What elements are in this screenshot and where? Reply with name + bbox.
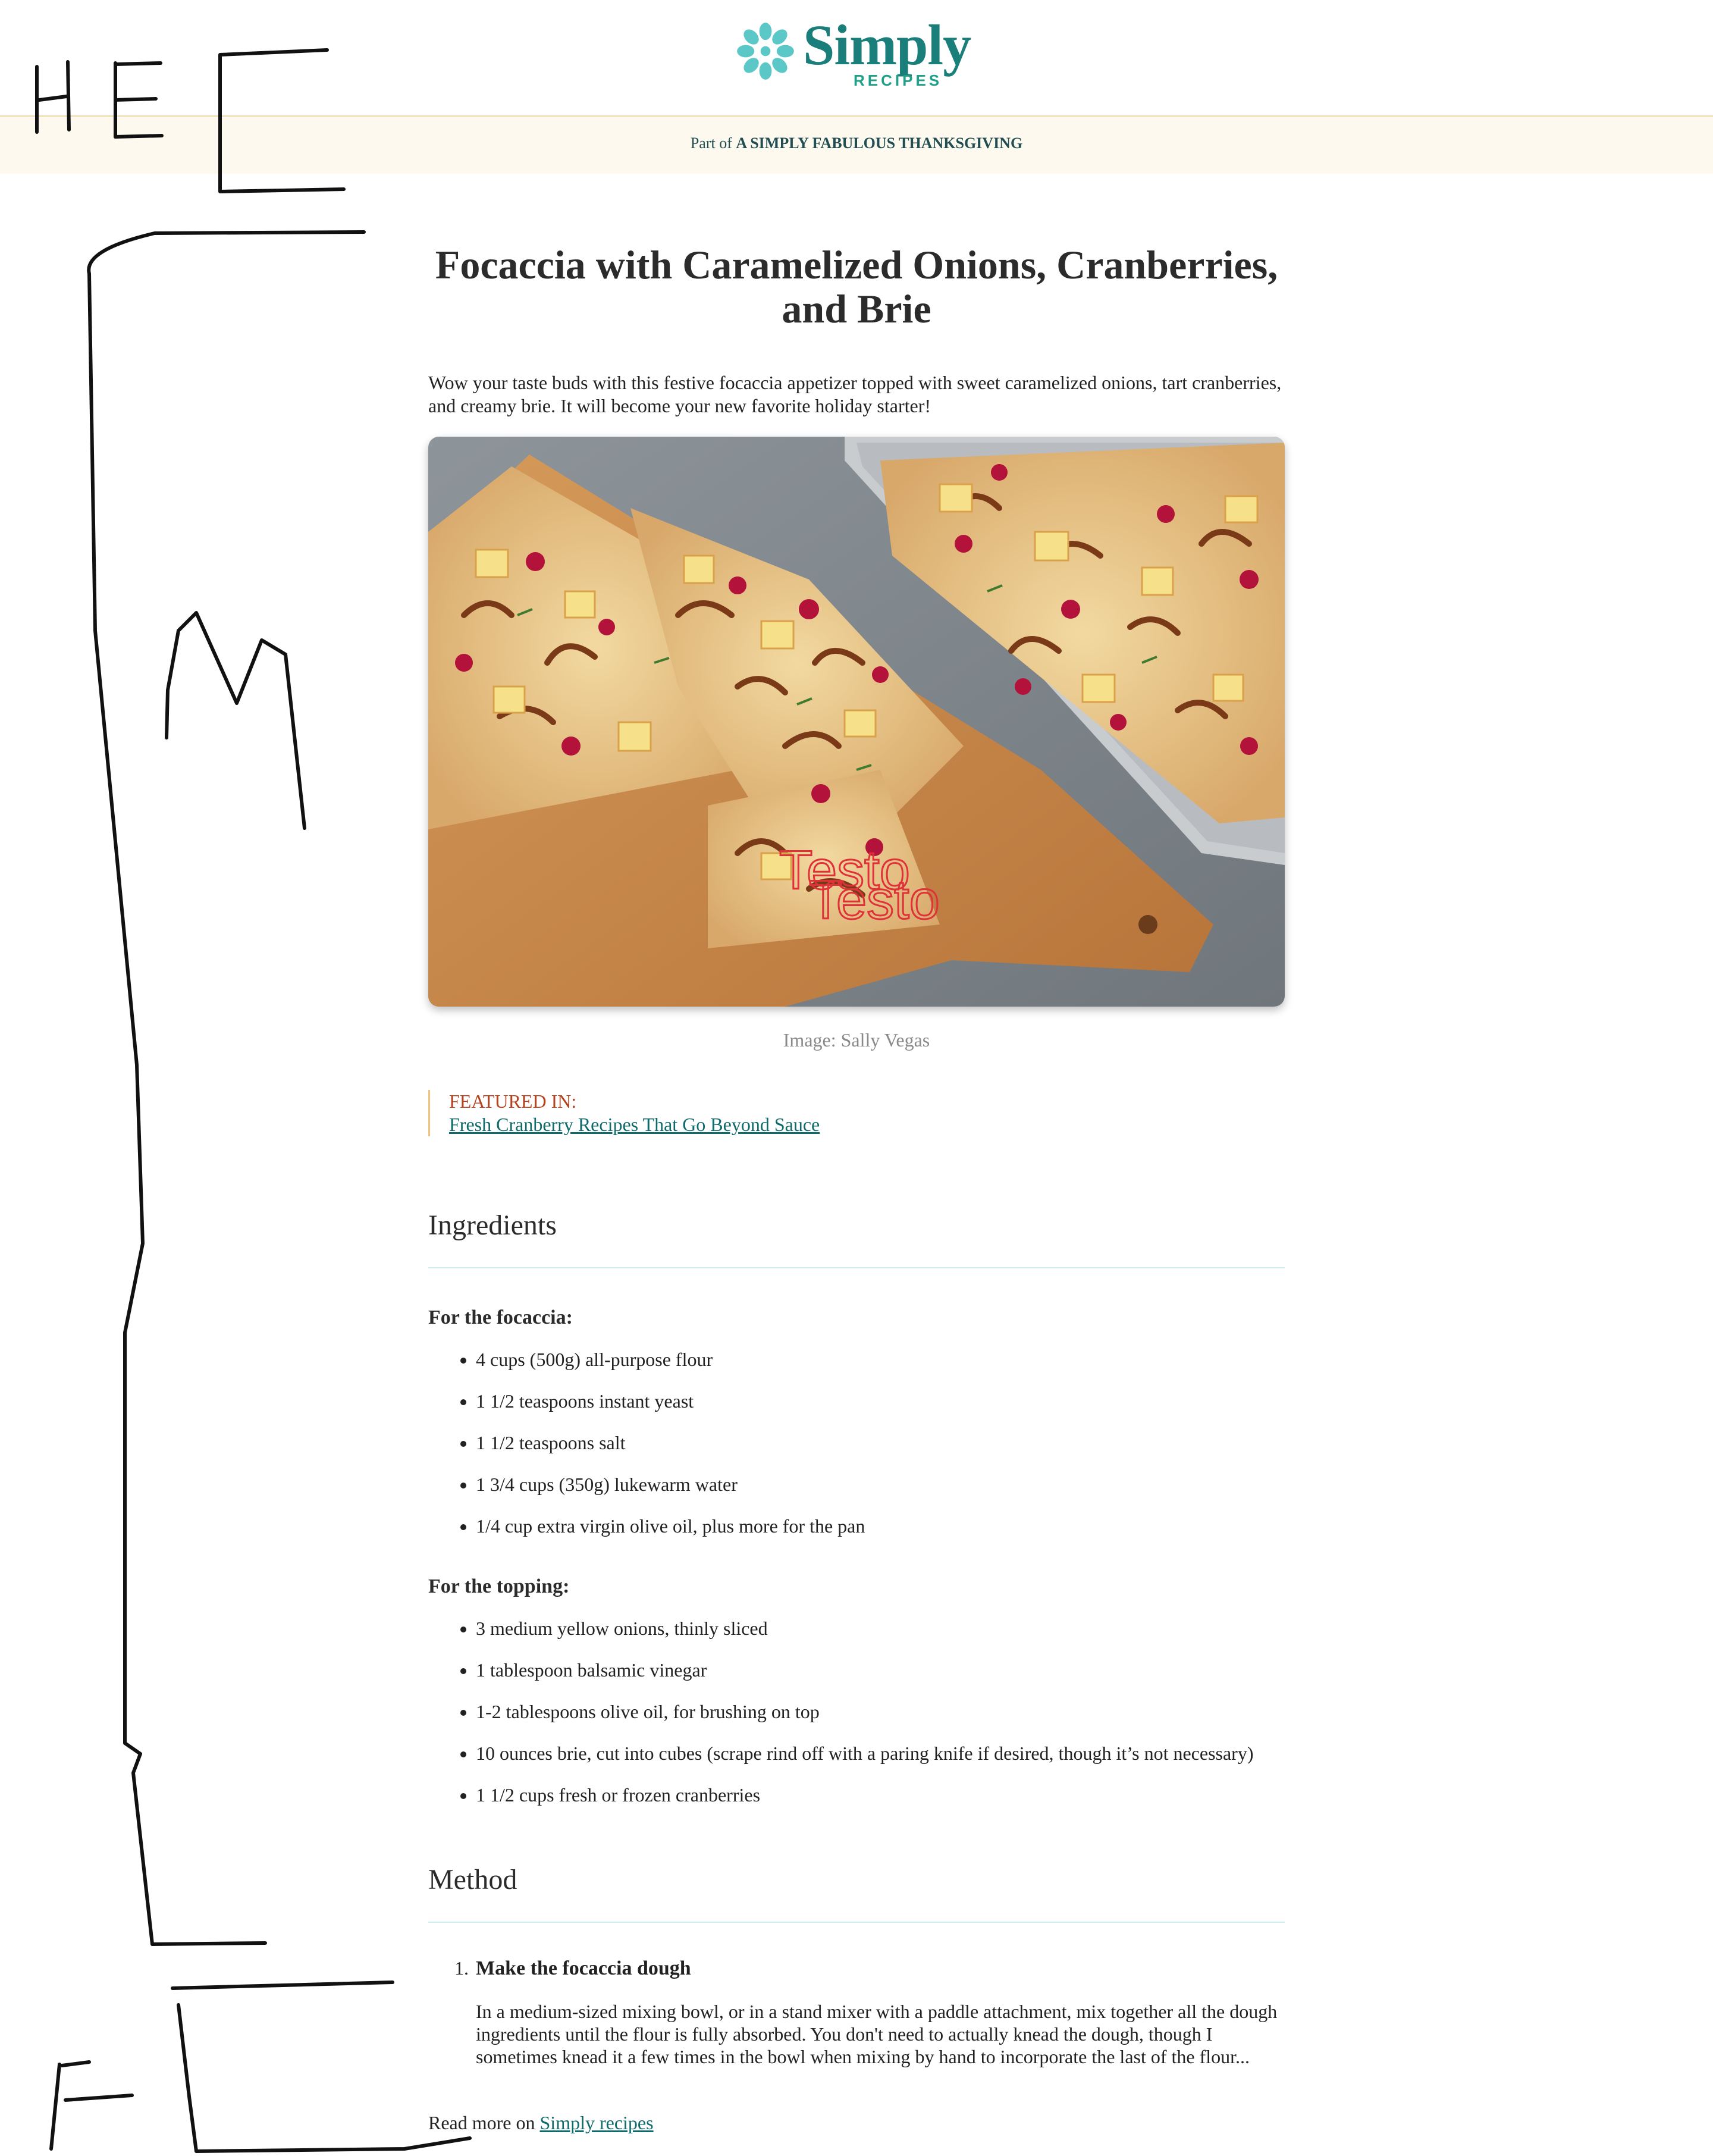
list-item: 1/4 cup extra virgin olive oil, plus mor… <box>476 1515 1332 1538</box>
collection-banner: Part of A SIMPLY FABULOUS THANKSGIVING <box>0 115 1713 174</box>
read-more: Read more on Simply recipes <box>428 2112 654 2134</box>
annotation-main-bracket <box>87 230 366 1946</box>
annotation-footer-label <box>49 2060 134 2151</box>
part-of-prefix: Part of <box>690 134 732 152</box>
collection-text[interactable]: Part of A SIMPLY FABULOUS THANKSGIVING <box>0 134 1713 152</box>
read-more-link[interactable]: Simply recipes <box>540 2112 654 2133</box>
image-caption: Image: Sally Vegas <box>783 1029 930 1051</box>
intro-paragraph: Wow your taste buds with this festive fo… <box>428 372 1282 416</box>
ingredients-heading: Ingredients <box>428 1209 557 1241</box>
featured-in-callout: FEATURED IN: Fresh Cranberry Recipes Tha… <box>428 1090 1222 1136</box>
flower-logo-icon[interactable] <box>735 20 796 82</box>
method-divider <box>428 1922 1285 1923</box>
image-overlay-text-2: Testo <box>809 870 940 930</box>
ingredients-divider <box>428 1267 1285 1268</box>
annotation-main-label <box>165 611 306 830</box>
collection-name[interactable]: A SIMPLY FABULOUS THANKSGIVING <box>736 134 1022 152</box>
focaccia-photo: Testo Testo <box>428 437 1285 1007</box>
focaccia-subheading: For the focaccia: <box>428 1306 573 1328</box>
list-item: 3 medium yellow onions, thinly sliced <box>476 1617 1332 1640</box>
logo-wordmark[interactable]: Simply <box>803 17 971 74</box>
logo-subtitle: RECIPES <box>854 71 943 89</box>
list-item: 1-2 tablespoons olive oil, for brushing … <box>476 1700 1332 1723</box>
list-item: 1 3/4 cups (350g) lukewarm water <box>476 1473 1332 1496</box>
hero-image: Testo Testo <box>428 437 1285 1007</box>
topping-ingredient-list: 3 medium yellow onions, thinly sliced 1 … <box>428 1617 1332 1825</box>
featured-label: FEATURED IN: <box>449 1090 577 1112</box>
list-item: 1 1/2 teaspoons instant yeast <box>476 1390 1332 1413</box>
step-body: In a medium-sized mixing bowl, or in a s… <box>476 2001 1278 2067</box>
list-item: 1 1/2 cups fresh or frozen cranberries <box>476 1784 1332 1807</box>
annotation-footer-bracket <box>171 1980 394 1990</box>
list-item: 1 1/2 teaspoons salt <box>476 1431 1332 1455</box>
method-heading: Method <box>428 1864 517 1895</box>
list-item: 1 tablespoon balsamic vinegar <box>476 1659 1332 1682</box>
read-more-prefix: Read more on <box>428 2112 535 2133</box>
list-item: 10 ounces brie, cut into cubes (scrape r… <box>476 1742 1332 1765</box>
featured-link[interactable]: Fresh Cranberry Recipes That Go Beyond S… <box>449 1114 820 1135</box>
focaccia-ingredient-list: 4 cups (500g) all-purpose flour 1 1/2 te… <box>428 1348 1332 1556</box>
site-header: Simply RECIPES <box>0 0 1713 115</box>
step-number: 1. <box>454 1957 469 1979</box>
page-title: Focaccia with Caramelized Onions, Cranbe… <box>435 242 1278 331</box>
topping-subheading: For the topping: <box>428 1575 570 1597</box>
list-item: 4 cups (500g) all-purpose flour <box>476 1348 1332 1371</box>
step-title: Make the focaccia dough <box>476 1957 691 1979</box>
